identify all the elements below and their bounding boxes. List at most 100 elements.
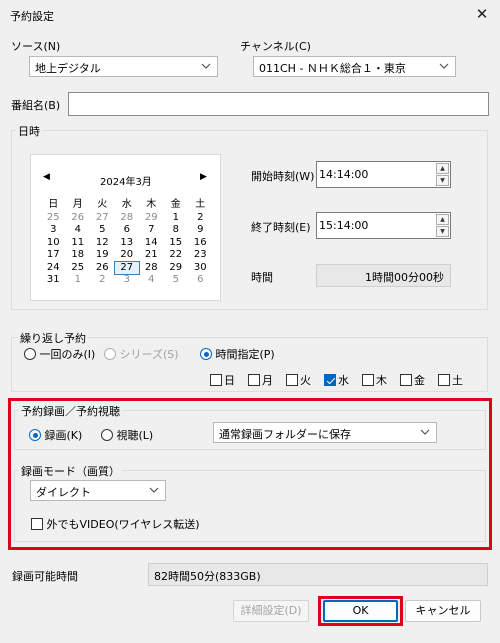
weekday-checkbox[interactable]: 月: [248, 372, 286, 389]
end-time-field[interactable]: 15:14:00 ▲ ▼: [316, 212, 451, 239]
calendar-day[interactable]: 4: [139, 274, 164, 287]
calendar-day[interactable]: 28: [139, 262, 164, 275]
view-radio-label: 視聴(L): [116, 429, 154, 442]
checkbox[interactable]: [286, 374, 298, 386]
channel-label: チャンネル(C): [240, 40, 311, 53]
calendar-day[interactable]: 10: [41, 237, 66, 250]
weekday-checkbox[interactable]: 金: [400, 372, 438, 389]
checkbox[interactable]: [362, 374, 374, 386]
calendar-day[interactable]: 25: [66, 262, 91, 275]
close-icon: ✕: [475, 5, 489, 23]
calendar-day[interactable]: 1: [66, 274, 91, 287]
weekday-checkbox[interactable]: 日: [210, 372, 248, 389]
channel-dropdown[interactable]: 011CH - ＮＨＫ総合１・東京: [253, 56, 456, 77]
calendar-day[interactable]: 6: [188, 274, 213, 287]
calendar-day[interactable]: 20: [115, 249, 140, 262]
calendar: ◀ 2024年3月 ▶ 日月火水木金土 25 26 27 28 29 1 2 3 4 5 6 7 8 9 10…: [30, 154, 221, 301]
calendar-day[interactable]: 1: [164, 212, 189, 225]
calendar-day[interactable]: 26: [90, 262, 115, 275]
checkbox[interactable]: [248, 374, 260, 386]
program-name-input[interactable]: [68, 92, 489, 116]
radio-button[interactable]: [200, 348, 212, 360]
calendar-next-button[interactable]: ▶: [200, 172, 207, 182]
datetime-group-label: 日時: [16, 123, 42, 139]
outside-video-label: 外でもVIDEO(ワイヤレス転送): [46, 518, 200, 531]
calendar-day[interactable]: 26: [66, 212, 91, 225]
calendar-day[interactable]: 5: [90, 224, 115, 237]
checkbox[interactable]: [438, 374, 450, 386]
end-time-down-button[interactable]: ▼: [436, 226, 449, 237]
calendar-day[interactable]: 8: [164, 224, 189, 237]
calendar-day[interactable]: 5: [164, 274, 189, 287]
calendar-day[interactable]: 31: [41, 274, 66, 287]
calendar-prev-button[interactable]: ◀: [43, 172, 50, 182]
calendar-weekday: 火: [97, 199, 108, 210]
calendar-day[interactable]: 25: [41, 212, 66, 225]
calendar-day[interactable]: 27: [113, 260, 140, 275]
repeat-time-radio[interactable]: 時間指定(P): [200, 346, 275, 363]
repeat-once-radio[interactable]: 一回のみ(I): [24, 346, 95, 363]
channel-value: 011CH - ＮＨＫ総合１・東京: [259, 62, 406, 75]
calendar-month: 2024年3月: [100, 177, 152, 188]
calendar-day[interactable]: 17: [41, 249, 66, 262]
calendar-day[interactable]: 15: [164, 237, 189, 250]
source-dropdown[interactable]: 地上デジタル: [29, 56, 218, 77]
record-group-label: 予約録画／予約視聴: [19, 403, 122, 419]
record-radio[interactable]: 録画(K): [29, 427, 82, 444]
calendar-day[interactable]: 23: [188, 249, 213, 262]
save-folder-dropdown[interactable]: 通常録画フォルダーに保存: [213, 422, 437, 443]
window-title: 予約設定: [10, 10, 54, 23]
end-time-up-button[interactable]: ▲: [436, 214, 449, 225]
calendar-day[interactable]: 29: [164, 262, 189, 275]
calendar-day[interactable]: 30: [188, 262, 213, 275]
radio-button[interactable]: [29, 429, 41, 441]
calendar-day[interactable]: 16: [188, 237, 213, 250]
calendar-day[interactable]: 18: [66, 249, 91, 262]
close-button[interactable]: ✕: [470, 3, 494, 25]
start-time-label: 開始時刻(W): [251, 170, 315, 183]
available-time-value: 82時間50分(833GB): [148, 563, 488, 586]
cancel-button[interactable]: キャンセル: [405, 600, 481, 622]
calendar-day[interactable]: 7: [139, 224, 164, 237]
calendar-day[interactable]: 13: [115, 237, 140, 250]
calendar-day[interactable]: 3: [41, 224, 66, 237]
calendar-day[interactable]: 19: [90, 249, 115, 262]
weekday-checkbox[interactable]: 水: [324, 372, 362, 389]
calendar-day[interactable]: 4: [66, 224, 91, 237]
calendar-weekday: 月: [72, 199, 83, 210]
start-time-down-button[interactable]: ▼: [436, 175, 449, 186]
ok-button[interactable]: OK: [323, 600, 398, 622]
calendar-day[interactable]: 2: [188, 212, 213, 225]
weekday-checkbox[interactable]: 木: [362, 372, 400, 389]
checkbox[interactable]: [324, 374, 336, 386]
record-mode-value: ダイレクト: [36, 486, 91, 499]
weekday-label: 日: [224, 374, 235, 387]
calendar-weekday: 日: [48, 199, 59, 210]
calendar-day[interactable]: 14: [139, 237, 164, 250]
start-time-up-button[interactable]: ▲: [436, 163, 449, 174]
details-button[interactable]: 詳細設定(D): [233, 600, 309, 622]
calendar-day[interactable]: 22: [164, 249, 189, 262]
calendar-day[interactable]: 2: [90, 274, 115, 287]
outside-video-checkbox[interactable]: 外でもVIDEO(ワイヤレス転送): [31, 516, 200, 533]
radio-button[interactable]: [24, 348, 36, 360]
calendar-day[interactable]: 21: [139, 249, 164, 262]
view-radio[interactable]: 視聴(L): [101, 427, 153, 444]
calendar-day[interactable]: 27: [90, 212, 115, 225]
calendar-day[interactable]: 12: [90, 237, 115, 250]
calendar-day[interactable]: 29: [139, 212, 164, 225]
start-time-field[interactable]: 14:14:00 ▲ ▼: [316, 161, 451, 188]
calendar-day[interactable]: 24: [41, 262, 66, 275]
radio-button[interactable]: [101, 429, 113, 441]
calendar-day[interactable]: 28: [115, 212, 140, 225]
calendar-day[interactable]: 9: [188, 224, 213, 237]
calendar-day[interactable]: 6: [115, 224, 140, 237]
checkbox[interactable]: [210, 374, 222, 386]
calendar-day[interactable]: 3: [115, 274, 140, 287]
checkbox[interactable]: [400, 374, 412, 386]
checkbox[interactable]: [31, 518, 43, 530]
weekday-checkbox[interactable]: 火: [286, 372, 324, 389]
record-mode-dropdown[interactable]: ダイレクト: [30, 480, 166, 501]
weekday-checkbox[interactable]: 土: [438, 372, 476, 389]
calendar-day[interactable]: 11: [66, 237, 91, 250]
